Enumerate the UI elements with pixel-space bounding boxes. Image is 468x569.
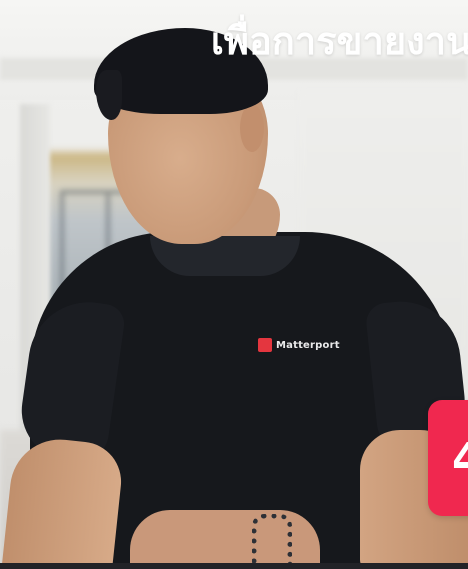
number-badge[interactable]: 4 — [428, 400, 468, 516]
person-hair-side — [96, 70, 122, 120]
hero-image: Matterport เพื่อการขายงาน 4 — [0, 0, 468, 569]
shirt-logo: Matterport — [258, 338, 340, 352]
person-arm-left — [0, 434, 126, 569]
badge-number: 4 — [452, 434, 468, 485]
bottom-edge-bar — [0, 563, 468, 569]
shirt-logo-text: Matterport — [276, 339, 340, 351]
logo-mark-icon — [258, 338, 272, 352]
headline-text: เพื่อการขายงาน — [210, 19, 468, 63]
person-photo: Matterport — [0, 0, 468, 569]
bracelet — [252, 514, 292, 569]
person-ear — [240, 104, 264, 152]
